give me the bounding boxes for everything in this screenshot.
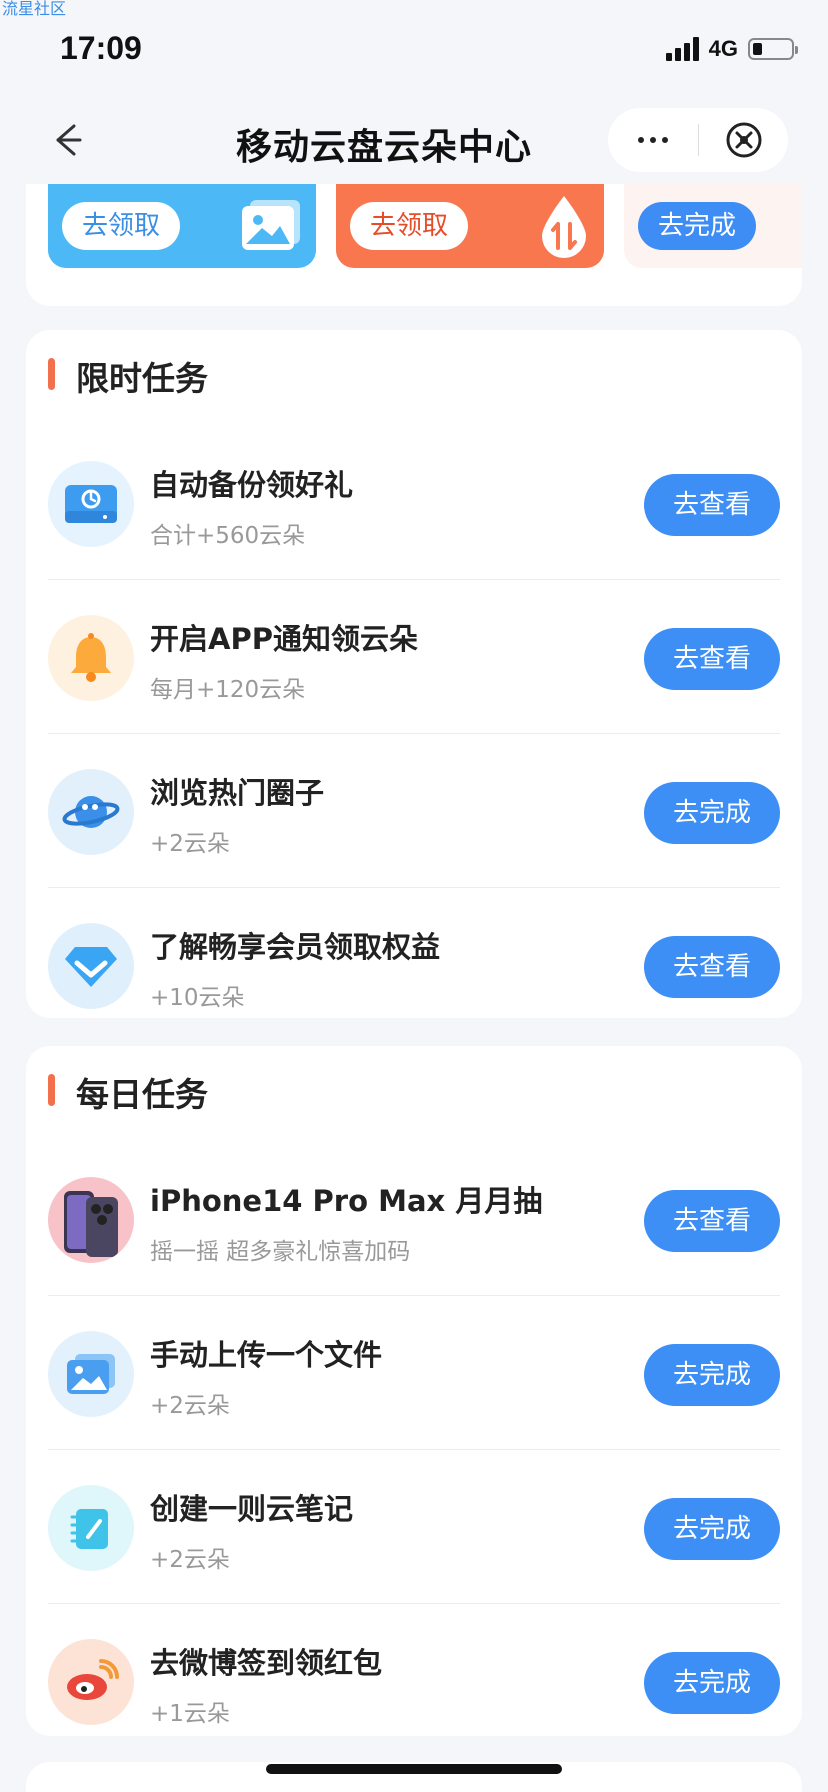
section-title: 限时任务 [76,359,208,398]
view-button[interactable]: 去查看 [644,628,780,690]
image-gallery-icon [242,200,300,250]
battery-icon [748,38,798,60]
banner-task[interactable]: 去完成 [624,184,802,268]
task-title: 手动上传一个文件 [150,1338,383,1372]
task-item: 了解畅享会员领取权益 +10云朵 去查看 [48,888,780,1042]
task-reward: +10云朵 [150,985,245,1011]
bell-icon [48,615,134,701]
section-title: 每日任务 [76,1075,208,1114]
more-dots-icon [638,137,644,143]
task-title: 自动备份领好礼 [150,468,354,502]
view-button[interactable]: 去查看 [644,474,780,536]
task-item: 去微博签到领红包 +1云朵 去完成 [48,1604,780,1758]
complete-button[interactable]: 去完成 [644,782,780,844]
claim-button[interactable]: 去领取 [350,202,469,250]
weibo-icon [48,1639,134,1725]
complete-button[interactable]: 去完成 [644,1498,780,1560]
close-circle-icon [726,122,761,158]
task-title: iPhone14 Pro Max 月月抽 [150,1184,543,1218]
nav-bar: 移动云盘云朵中心 [0,100,828,184]
view-button[interactable]: 去查看 [644,1190,780,1252]
status-bar: 17:09 4G [0,0,828,100]
task-item: 创建一则云笔记 +2云朵 去完成 [48,1450,780,1604]
task-reward: +1云朵 [150,1701,230,1727]
daily-tasks-section: 每日任务 iPhone14 Pro Max 月月抽 摇一摇 超多豪礼惊喜加码 去… [26,1046,802,1736]
task-title: 了解畅享会员领取权益 [150,930,441,964]
section-accent-bar [48,1074,55,1106]
reward-banners-card: 去领取 去领取 去完成 [26,184,802,306]
limited-tasks-section: 限时任务 自动备份领好礼 合计+560云朵 去查看 开启APP通知领云朵 每月+… [26,330,802,1018]
task-item: 手动上传一个文件 +2云朵 去完成 [48,1296,780,1450]
banner-image-reward[interactable]: 去领取 [48,184,316,268]
phone-image-icon [48,1177,134,1263]
claim-button[interactable]: 去领取 [62,202,181,250]
signal-icon [665,37,699,61]
task-reward: 摇一摇 超多豪礼惊喜加码 [150,1239,411,1265]
task-title: 去微博签到领红包 [150,1646,383,1680]
transfer-drop-icon [542,196,586,258]
complete-button[interactable]: 去完成 [638,202,757,250]
task-item: 浏览热门圈子 +2云朵 去完成 [48,734,780,888]
task-reward: +2云朵 [150,1393,230,1419]
task-reward: +2云朵 [150,1547,230,1573]
status-time: 17:09 [60,30,142,66]
home-indicator[interactable] [266,1764,562,1774]
task-item: iPhone14 Pro Max 月月抽 摇一摇 超多豪礼惊喜加码 去查看 [48,1142,780,1296]
complete-button[interactable]: 去完成 [644,1652,780,1714]
task-title: 开启APP通知领云朵 [150,622,418,656]
status-indicators: 4G [665,36,798,62]
task-reward: 合计+560云朵 [150,523,306,549]
section-accent-bar [48,358,55,390]
complete-button[interactable]: 去完成 [644,1344,780,1406]
section-header: 限时任务 [26,330,802,426]
section-header: 每日任务 [26,1046,802,1142]
miniapp-capsule [608,108,788,172]
task-title: 创建一则云笔记 [150,1492,354,1526]
task-reward: 每月+120云朵 [150,677,306,703]
banner-transfer-reward[interactable]: 去领取 [336,184,604,268]
task-item: 自动备份领好礼 合计+560云朵 去查看 [48,426,780,580]
diamond-icon [48,923,134,1009]
task-reward: +2云朵 [150,831,230,857]
task-title: 浏览热门圈子 [150,776,325,810]
close-button[interactable] [699,108,788,172]
view-button[interactable]: 去查看 [644,936,780,998]
backup-disk-icon [48,461,134,547]
upload-image-icon [48,1331,134,1417]
more-button[interactable] [608,108,698,172]
network-label: 4G [708,36,738,61]
planet-icon [48,769,134,855]
task-item: 开启APP通知领云朵 每月+120云朵 去查看 [48,580,780,734]
note-icon [48,1485,134,1571]
